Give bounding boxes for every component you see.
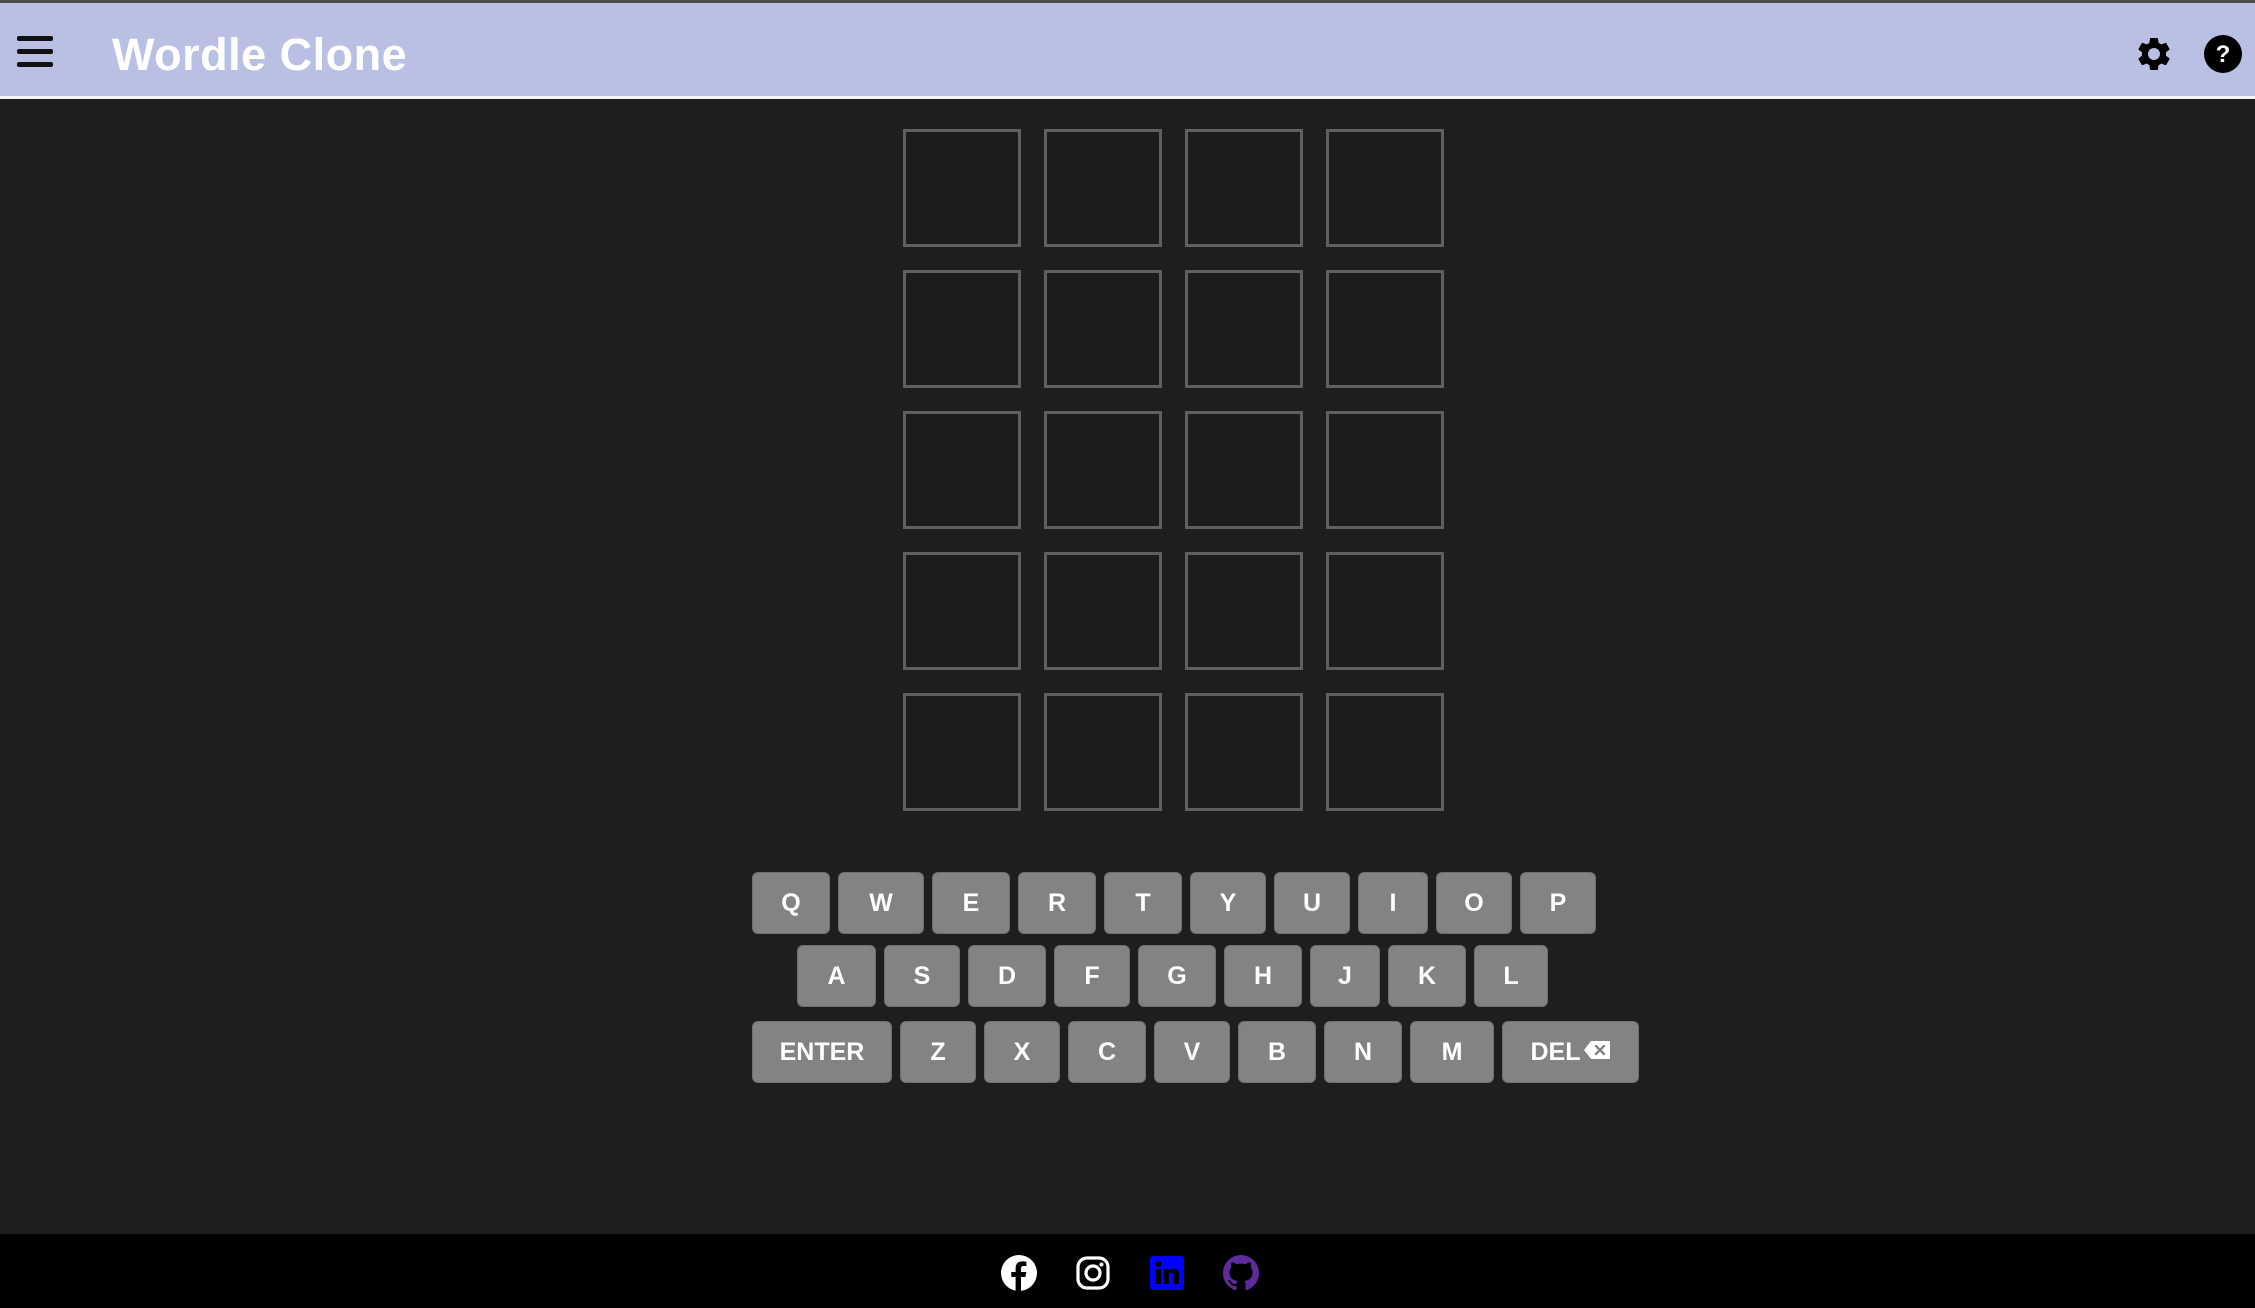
delete-key[interactable]: DEL xyxy=(1502,1021,1639,1083)
key-p[interactable]: P xyxy=(1520,872,1596,934)
key-n[interactable]: N xyxy=(1324,1021,1402,1083)
backspace-icon xyxy=(1583,1038,1611,1067)
letter-tile xyxy=(1044,270,1162,388)
page: Wordle Clone ? QWERTYUIOP ASDFGHJKL ENTE… xyxy=(0,0,2255,1308)
linkedin-icon[interactable] xyxy=(1148,1254,1186,1292)
key-h[interactable]: H xyxy=(1224,945,1302,1007)
key-s[interactable]: S xyxy=(884,945,960,1007)
letter-tile xyxy=(1326,552,1444,670)
key-t[interactable]: T xyxy=(1104,872,1182,934)
keyboard-row-3: ENTER ZXCVBNM DEL xyxy=(752,1021,1639,1083)
letter-tile xyxy=(903,270,1021,388)
key-j[interactable]: J xyxy=(1310,945,1380,1007)
key-z[interactable]: Z xyxy=(900,1021,976,1083)
instagram-icon[interactable] xyxy=(1074,1254,1112,1292)
letter-tile xyxy=(1185,270,1303,388)
key-k[interactable]: K xyxy=(1388,945,1466,1007)
key-d[interactable]: D xyxy=(968,945,1046,1007)
letter-tile xyxy=(1326,693,1444,811)
letter-tile xyxy=(1185,552,1303,670)
letter-tile xyxy=(903,411,1021,529)
delete-key-label: DEL xyxy=(1530,1037,1581,1066)
letter-tile xyxy=(1326,411,1444,529)
letter-tile xyxy=(1044,552,1162,670)
key-w[interactable]: W xyxy=(838,872,924,934)
keyboard-row-1: QWERTYUIOP xyxy=(752,872,1596,934)
letter-tile xyxy=(1044,693,1162,811)
letter-tile xyxy=(1185,411,1303,529)
key-b[interactable]: B xyxy=(1238,1021,1316,1083)
letter-tile xyxy=(903,129,1021,247)
letter-tile xyxy=(1326,129,1444,247)
key-r[interactable]: R xyxy=(1018,872,1096,934)
letter-tile xyxy=(1044,129,1162,247)
key-f[interactable]: F xyxy=(1054,945,1130,1007)
key-m[interactable]: M xyxy=(1410,1021,1494,1083)
key-o[interactable]: O xyxy=(1436,872,1512,934)
gear-icon[interactable] xyxy=(2134,34,2174,74)
letter-tile xyxy=(1044,411,1162,529)
facebook-icon[interactable] xyxy=(1000,1254,1038,1292)
key-a[interactable]: A xyxy=(797,945,876,1007)
key-q[interactable]: Q xyxy=(752,872,830,934)
github-icon[interactable] xyxy=(1222,1254,1260,1292)
letter-tile xyxy=(1185,129,1303,247)
key-x[interactable]: X xyxy=(984,1021,1060,1083)
app-header: Wordle Clone ? xyxy=(0,0,2255,99)
key-v[interactable]: V xyxy=(1154,1021,1230,1083)
letter-tile xyxy=(903,552,1021,670)
key-i[interactable]: I xyxy=(1358,872,1428,934)
key-y[interactable]: Y xyxy=(1190,872,1266,934)
hamburger-menu-icon[interactable] xyxy=(17,36,53,68)
key-e[interactable]: E xyxy=(932,872,1010,934)
key-u[interactable]: U xyxy=(1274,872,1350,934)
game-board xyxy=(903,129,1444,811)
letter-tile xyxy=(1185,693,1303,811)
enter-key[interactable]: ENTER xyxy=(752,1021,892,1083)
key-g[interactable]: G xyxy=(1138,945,1216,1007)
letter-tile xyxy=(903,693,1021,811)
letter-tile xyxy=(1326,270,1444,388)
footer xyxy=(0,1234,2255,1308)
keyboard-row-2: ASDFGHJKL xyxy=(797,945,1548,1007)
question-circle-icon[interactable]: ? xyxy=(2203,34,2243,74)
enter-key-label: ENTER xyxy=(779,1037,865,1066)
social-links xyxy=(1000,1254,1260,1292)
key-l[interactable]: L xyxy=(1474,945,1548,1007)
key-c[interactable]: C xyxy=(1068,1021,1146,1083)
svg-text:?: ? xyxy=(2216,41,2231,68)
app-title: Wordle Clone xyxy=(112,29,408,80)
